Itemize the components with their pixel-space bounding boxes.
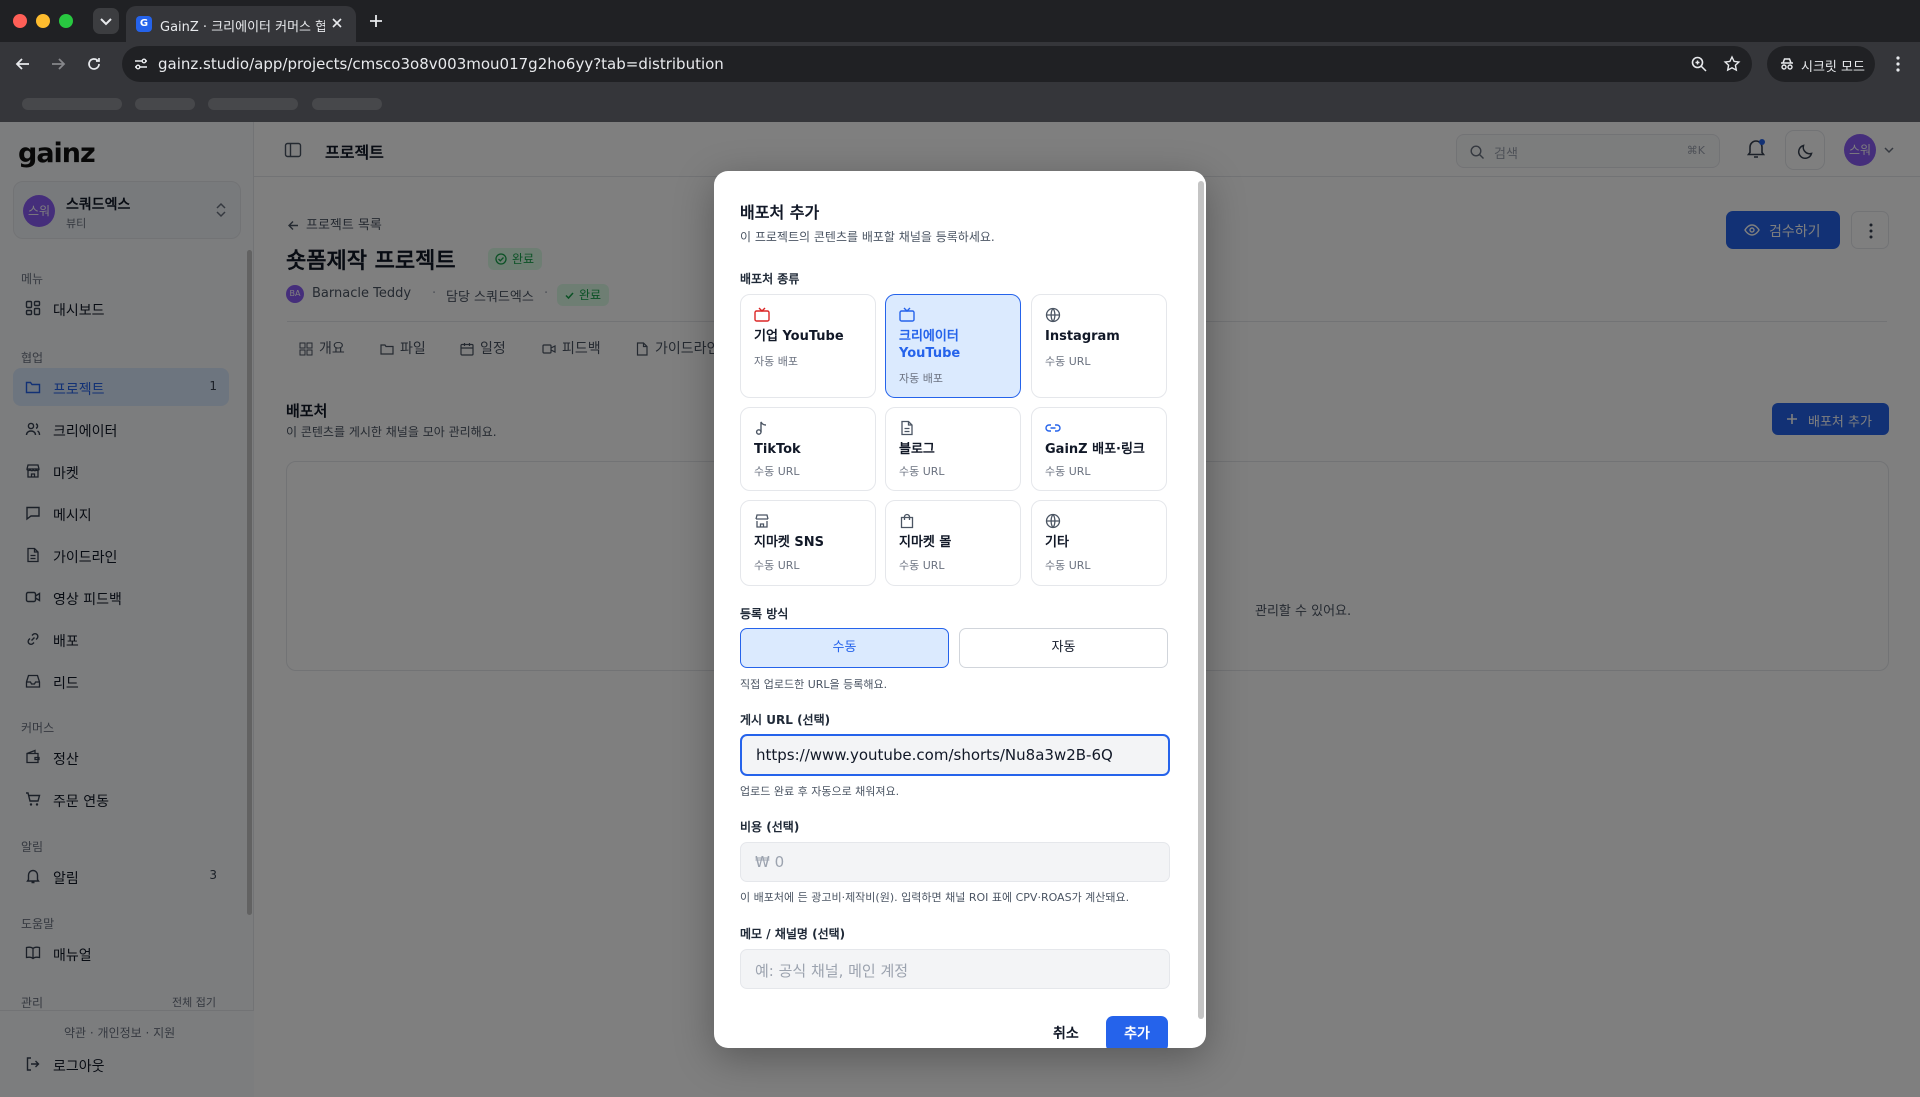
- method-label: 등록 방식: [740, 607, 789, 621]
- back-button[interactable]: [13, 54, 33, 74]
- site-settings-icon[interactable]: [132, 55, 150, 73]
- type-card-gmarket-mall[interactable]: 지마켓 몰 수동 URL: [885, 500, 1021, 586]
- type-sub: 수동 URL: [899, 559, 945, 572]
- cost-label: 비용 (선택): [740, 820, 800, 834]
- type-sub: 수동 URL: [1045, 465, 1091, 478]
- type-card-other[interactable]: 기타 수동 URL: [1031, 500, 1167, 586]
- url-label: 게시 URL (선택): [740, 713, 831, 727]
- dialog-subtitle: 이 프로젝트의 콘텐츠를 배포할 채널을 등록하세요.: [740, 230, 995, 244]
- minimize-window-button[interactable]: [36, 14, 50, 28]
- arrow-left-icon: [15, 58, 29, 70]
- reload-button[interactable]: [84, 54, 104, 74]
- type-name: TikTok: [754, 442, 801, 457]
- add-distribution-dialog: 배포처 추가 이 프로젝트의 콘텐츠를 배포할 채널을 등록하세요. 배포처 종…: [714, 171, 1206, 1048]
- forward-button[interactable]: [48, 54, 68, 74]
- type-sub: 수동 URL: [1045, 355, 1091, 368]
- submit-button[interactable]: 추가: [1106, 1016, 1168, 1048]
- globe-icon: [1045, 513, 1061, 529]
- browser-toolbar: gainz.studio/app/projects/cmsco3o8v003mo…: [0, 42, 1920, 86]
- incognito-label: 시크릿 모드: [1801, 60, 1865, 75]
- type-card-tiktok[interactable]: TikTok 수동 URL: [740, 407, 876, 491]
- type-card-creator-youtube[interactable]: 크리에이터 YouTube 자동 배포: [885, 294, 1021, 398]
- favicon-icon: G: [136, 16, 152, 32]
- bookmarks-bar: [0, 86, 1920, 122]
- type-name: Instagram: [1045, 329, 1120, 344]
- chevron-down-icon: [100, 18, 112, 26]
- method-manual-button[interactable]: 수동: [740, 628, 949, 668]
- post-url-input[interactable]: https://www.youtube.com/shorts/Nu8a3w2B-…: [740, 734, 1170, 776]
- type-name: 블로그: [899, 442, 935, 457]
- incognito-icon: [1781, 58, 1793, 70]
- method-help: 직접 업로드한 URL을 등록해요.: [740, 678, 888, 691]
- type-label: 배포처 종류: [740, 272, 800, 286]
- close-window-button[interactable]: [13, 14, 27, 28]
- store-icon: [755, 514, 769, 528]
- post-url-value: https://www.youtube.com/shorts/Nu8a3w2B-…: [756, 746, 1113, 764]
- url-help: 업로드 완료 후 자동으로 채워져요.: [740, 785, 900, 798]
- type-card-blog[interactable]: 블로그 수동 URL: [885, 407, 1021, 491]
- type-sub: 수동 URL: [754, 559, 800, 572]
- plus-icon: [370, 15, 382, 27]
- maximize-window-button[interactable]: [59, 14, 73, 28]
- globe-icon: [1045, 307, 1061, 323]
- dialog-scrollbar[interactable]: [1198, 181, 1204, 1019]
- type-card-gmarket-sns[interactable]: 지마켓 SNS 수동 URL: [740, 500, 876, 586]
- tv-icon: [754, 307, 770, 322]
- reload-icon: [88, 58, 100, 70]
- type-sub: 자동 배포: [899, 372, 943, 385]
- bookmark-item[interactable]: [208, 98, 298, 110]
- cancel-button[interactable]: 취소: [1053, 1023, 1079, 1043]
- dialog-title: 배포처 추가: [740, 203, 820, 222]
- type-sub: 수동 URL: [1045, 559, 1091, 572]
- type-card-company-youtube[interactable]: 기업 YouTube 자동 배포: [740, 294, 876, 398]
- type-name: 크리에이터 YouTube: [899, 329, 961, 361]
- bookmark-star-icon[interactable]: [1723, 55, 1741, 73]
- shopping-bag-icon: [900, 513, 914, 529]
- browser-tab-bar: G GainZ · 크리에이터 커머스 협업 O: [0, 0, 1920, 42]
- type-name: 지마켓 몰: [899, 535, 952, 550]
- browser-tab[interactable]: G GainZ · 크리에이터 커머스 협업 O: [126, 6, 356, 42]
- method-auto-button[interactable]: 자동: [959, 628, 1168, 668]
- cost-placeholder: ₩ 0: [755, 853, 785, 871]
- more-vertical-icon: [1896, 56, 1900, 72]
- type-sub: 수동 URL: [899, 465, 945, 478]
- new-tab-button[interactable]: [366, 11, 386, 31]
- incognito-indicator[interactable]: 시크릿 모드: [1767, 46, 1875, 82]
- music-note-icon: [755, 421, 767, 435]
- type-name: 기타: [1045, 535, 1069, 550]
- memo-label: 메모 / 채널명 (선택): [740, 927, 846, 941]
- address-bar[interactable]: gainz.studio/app/projects/cmsco3o8v003mo…: [122, 46, 1752, 82]
- memo-placeholder: 예: 공식 채널, 메인 계정: [755, 962, 909, 980]
- link-icon: [1045, 424, 1061, 432]
- zoom-icon[interactable]: [1690, 55, 1708, 73]
- cost-input[interactable]: ₩ 0: [740, 842, 1170, 882]
- bookmark-item[interactable]: [135, 98, 195, 110]
- browser-menu-button[interactable]: [1888, 54, 1908, 74]
- bookmark-item[interactable]: [312, 98, 382, 110]
- document-icon: [901, 420, 913, 436]
- type-name: 지마켓 SNS: [754, 535, 825, 550]
- close-tab-button[interactable]: [328, 14, 346, 32]
- cost-help: 이 배포처에 든 광고비·제작비(원). 입력하면 채널 ROI 표에 CPV·…: [740, 891, 1130, 904]
- type-name: GainZ 배포·링크: [1045, 442, 1145, 457]
- type-name: 기업 YouTube: [754, 329, 844, 344]
- tab-search-button[interactable]: [93, 8, 119, 34]
- tab-title: GainZ · 크리에이터 커머스 협업 O: [160, 20, 325, 35]
- type-card-instagram[interactable]: Instagram 수동 URL: [1031, 294, 1167, 398]
- memo-input[interactable]: 예: 공식 채널, 메인 계정: [740, 949, 1170, 989]
- type-sub: 자동 배포: [754, 355, 798, 368]
- tv-icon: [899, 307, 915, 322]
- type-card-gainz-link[interactable]: GainZ 배포·링크 수동 URL: [1031, 407, 1167, 491]
- bookmark-item[interactable]: [22, 98, 122, 110]
- url-text: gainz.studio/app/projects/cmsco3o8v003mo…: [158, 55, 724, 73]
- arrow-right-icon: [52, 58, 66, 70]
- type-sub: 수동 URL: [754, 465, 800, 478]
- close-icon: [332, 18, 342, 28]
